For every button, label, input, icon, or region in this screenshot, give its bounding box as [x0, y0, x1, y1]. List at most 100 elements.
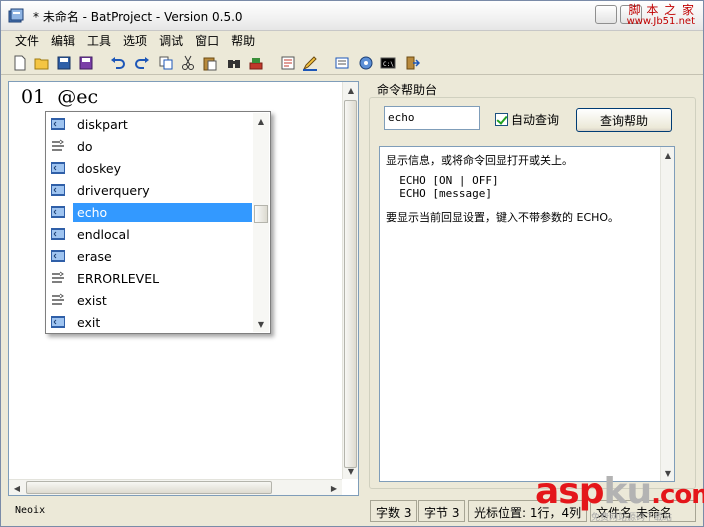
watermark-aspku-gray: ku: [603, 471, 653, 512]
replace-icon[interactable]: [247, 54, 265, 72]
menu-debug[interactable]: 调试: [153, 32, 189, 50]
command-icon: [51, 206, 65, 218]
app-icon: [8, 8, 24, 23]
autocomplete-item-erase[interactable]: erase: [50, 245, 252, 267]
autocomplete-item-diskpart[interactable]: diskpart: [50, 113, 252, 135]
editor-hscroll-thumb[interactable]: [26, 481, 272, 494]
auto-query-checkbox[interactable]: 自动查询: [495, 111, 559, 128]
exit-icon[interactable]: [403, 54, 421, 72]
svg-text:C:\: C:\: [383, 61, 394, 68]
run-icon[interactable]: [279, 54, 297, 72]
autocomplete-item-label: erase: [77, 248, 112, 264]
undo-icon[interactable]: [109, 54, 127, 72]
window-title: * 未命名 - BatProject - Version 0.5.0: [33, 10, 243, 24]
help-text-line: ECHO [message]: [386, 187, 492, 200]
app-window: * 未命名 - BatProject - Version 0.5.0 脚 本 之…: [0, 0, 704, 527]
scroll-down-icon[interactable]: ▼: [253, 316, 269, 332]
autocomplete-scrollbar[interactable]: ▲ ▼: [253, 113, 269, 332]
menu-help[interactable]: 帮助: [225, 32, 261, 50]
scroll-up-icon[interactable]: ▲: [661, 147, 675, 163]
find-icon[interactable]: [225, 54, 243, 72]
scroll-left-icon[interactable]: ◀: [9, 480, 25, 496]
scroll-up-icon[interactable]: ▲: [253, 113, 269, 129]
editor-vscroll-thumb[interactable]: [344, 100, 357, 468]
query-help-button[interactable]: 查询帮助: [576, 108, 672, 132]
help-text-area[interactable]: 显示信息，或将命令回显打开或关上。 ECHO [ON | OFF] ECHO […: [379, 146, 675, 482]
help-text-line: 要显示当前回显设置，键入不带参数的 ECHO。: [386, 211, 620, 224]
status-byte-count: 字节 3: [418, 500, 466, 522]
settings-icon[interactable]: [357, 54, 375, 72]
help-text-line: ECHO [ON | OFF]: [386, 174, 499, 187]
autocomplete-item-label: driverquery: [77, 182, 150, 198]
minimize-button[interactable]: [595, 5, 617, 24]
redo-icon[interactable]: [133, 54, 151, 72]
autocomplete-item-label: endlocal: [77, 226, 130, 242]
watermark-jb51: 脚 本 之 家 www.Jb51.net: [627, 4, 695, 28]
copy-icon[interactable]: [157, 54, 175, 72]
new-file-icon[interactable]: [11, 54, 29, 72]
keyword-icon: [52, 293, 64, 305]
line-text: @ec: [57, 86, 99, 108]
scroll-up-icon[interactable]: ▲: [343, 82, 359, 98]
save-icon[interactable]: [55, 54, 73, 72]
paste-icon[interactable]: [201, 54, 219, 72]
keyword-icon: [52, 271, 64, 283]
command-icon: [51, 162, 65, 174]
autocomplete-item-label: doskey: [77, 160, 121, 176]
autocomplete-item-exit[interactable]: exit: [50, 311, 252, 333]
autocomplete-item-driverquery[interactable]: driverquery: [50, 179, 252, 201]
watermark-aspku: aspku.com: [535, 472, 704, 515]
autocomplete-list[interactable]: diskpart do doskey driverquery echo endl…: [45, 111, 271, 334]
autocomplete-item-do[interactable]: do: [50, 135, 252, 157]
watermark-aspku-subtitle: 免费网站源码下载站: [591, 513, 673, 523]
edit-icon[interactable]: [301, 54, 319, 72]
autocomplete-item-label: exist: [77, 292, 107, 308]
editor-horizontal-scrollbar[interactable]: ◀ ▶: [9, 479, 342, 495]
console-icon[interactable]: C:\: [379, 54, 397, 72]
watermark-jb51-url: www.Jb51.net: [626, 16, 695, 27]
command-icon: [51, 228, 65, 240]
watermark-jb51-title: 脚 本 之 家: [628, 3, 695, 17]
save-all-icon[interactable]: [77, 54, 95, 72]
auto-query-label: 自动查询: [511, 113, 560, 127]
autocomplete-item-label: echo: [73, 202, 252, 222]
cut-icon[interactable]: [179, 54, 197, 72]
scroll-down-icon[interactable]: ▼: [343, 463, 359, 479]
checkbox-checked-icon[interactable]: [495, 113, 508, 126]
command-icon: [51, 316, 65, 328]
menu-bar: 文件 编辑 工具 选项 调试 窗口 帮助: [1, 31, 703, 51]
open-folder-icon[interactable]: [33, 54, 51, 72]
editor-vertical-scrollbar[interactable]: ▲ ▼: [342, 82, 358, 479]
command-query-input[interactable]: echo: [384, 106, 480, 130]
menu-tools[interactable]: 工具: [81, 32, 117, 50]
autocomplete-item-doskey[interactable]: doskey: [50, 157, 252, 179]
status-author: Neoix: [15, 505, 46, 516]
menu-file[interactable]: 文件: [9, 32, 45, 50]
line-number: 01: [21, 86, 46, 108]
command-icon: [51, 250, 65, 262]
title-bar[interactable]: * 未命名 - BatProject - Version 0.5.0 脚 本 之…: [1, 1, 703, 31]
help-scrollbar[interactable]: ▲ ▼: [660, 147, 674, 481]
autocomplete-item-exist[interactable]: exist: [50, 289, 252, 311]
scroll-right-icon[interactable]: ▶: [326, 480, 342, 496]
menu-window[interactable]: 窗口: [189, 32, 225, 50]
autocomplete-item-label: ERRORLEVEL: [77, 270, 160, 286]
autocomplete-item-echo[interactable]: echo: [50, 201, 252, 223]
status-char-count: 字数 3: [370, 500, 418, 522]
code-line[interactable]: 01 @ec: [21, 86, 98, 108]
autocomplete-scroll-thumb[interactable]: [254, 205, 268, 223]
keyword-icon: [52, 139, 64, 151]
properties-icon[interactable]: [333, 54, 351, 72]
autocomplete-item-endlocal[interactable]: endlocal: [50, 223, 252, 245]
autocomplete-item-errorlevel[interactable]: ERRORLEVEL: [50, 267, 252, 289]
autocomplete-item-label: exit: [77, 314, 101, 330]
menu-edit[interactable]: 编辑: [45, 32, 81, 50]
menu-options[interactable]: 选项: [117, 32, 153, 50]
autocomplete-item-label: diskpart: [77, 116, 128, 132]
watermark-aspku-suffix: .com: [651, 480, 704, 510]
command-icon: [51, 118, 65, 130]
autocomplete-item-label: do: [77, 138, 93, 154]
toolbar: C:\: [1, 51, 703, 75]
watermark-aspku-red: asp: [535, 471, 604, 512]
help-panel-title: 命令帮助台: [377, 83, 438, 97]
